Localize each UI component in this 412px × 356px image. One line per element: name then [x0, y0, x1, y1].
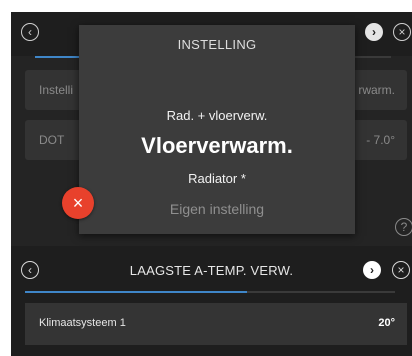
row-value: - 7.0°	[366, 133, 395, 147]
row-label: DOT	[39, 133, 65, 147]
close-glyph: ×	[398, 25, 406, 39]
next-icon[interactable]: ›	[363, 261, 381, 279]
close-icon: ×	[72, 193, 84, 213]
close-glyph: ×	[397, 263, 405, 277]
back-icon[interactable]: ‹	[21, 23, 39, 41]
setting-selection-dialog: INSTELLING Rad. + vloerverw. Vloerverwar…	[79, 25, 355, 234]
help-icon[interactable]: ?	[395, 218, 412, 236]
lowest-outdoor-temp-screen: ‹ LAAGSTE A-TEMP. VERW. › × Klimaatsyste…	[11, 246, 412, 356]
climate-system-row[interactable]: Klimaatsysteem 1 20°	[25, 303, 407, 345]
option-rad-vloerverw[interactable]: Rad. + vloerverw.	[79, 108, 355, 123]
close-icon[interactable]: ×	[393, 23, 411, 41]
option-vloerverwarm-selected[interactable]: Vloerverwarm.	[79, 133, 355, 159]
next-glyph: ›	[370, 263, 374, 277]
progress-fill	[25, 291, 247, 293]
row-value: rwarm.	[358, 83, 395, 97]
screen-title: LAAGSTE A-TEMP. VERW.	[129, 263, 294, 278]
close-icon[interactable]: ×	[392, 261, 410, 279]
dialog-title: INSTELLING	[177, 37, 257, 52]
back-glyph: ‹	[28, 25, 32, 39]
next-icon[interactable]: ›	[365, 23, 383, 41]
row-label: Instelli	[39, 83, 74, 97]
help-glyph: ?	[400, 220, 408, 234]
next-glyph: ›	[372, 25, 376, 39]
row-value: 20°	[378, 317, 395, 329]
row-label: Klimaatsysteem 1	[39, 317, 126, 329]
option-eigen-instelling[interactable]: Eigen instelling	[79, 201, 355, 217]
option-radiator[interactable]: Radiator *	[79, 171, 355, 186]
cancel-button[interactable]: ×	[62, 187, 94, 219]
